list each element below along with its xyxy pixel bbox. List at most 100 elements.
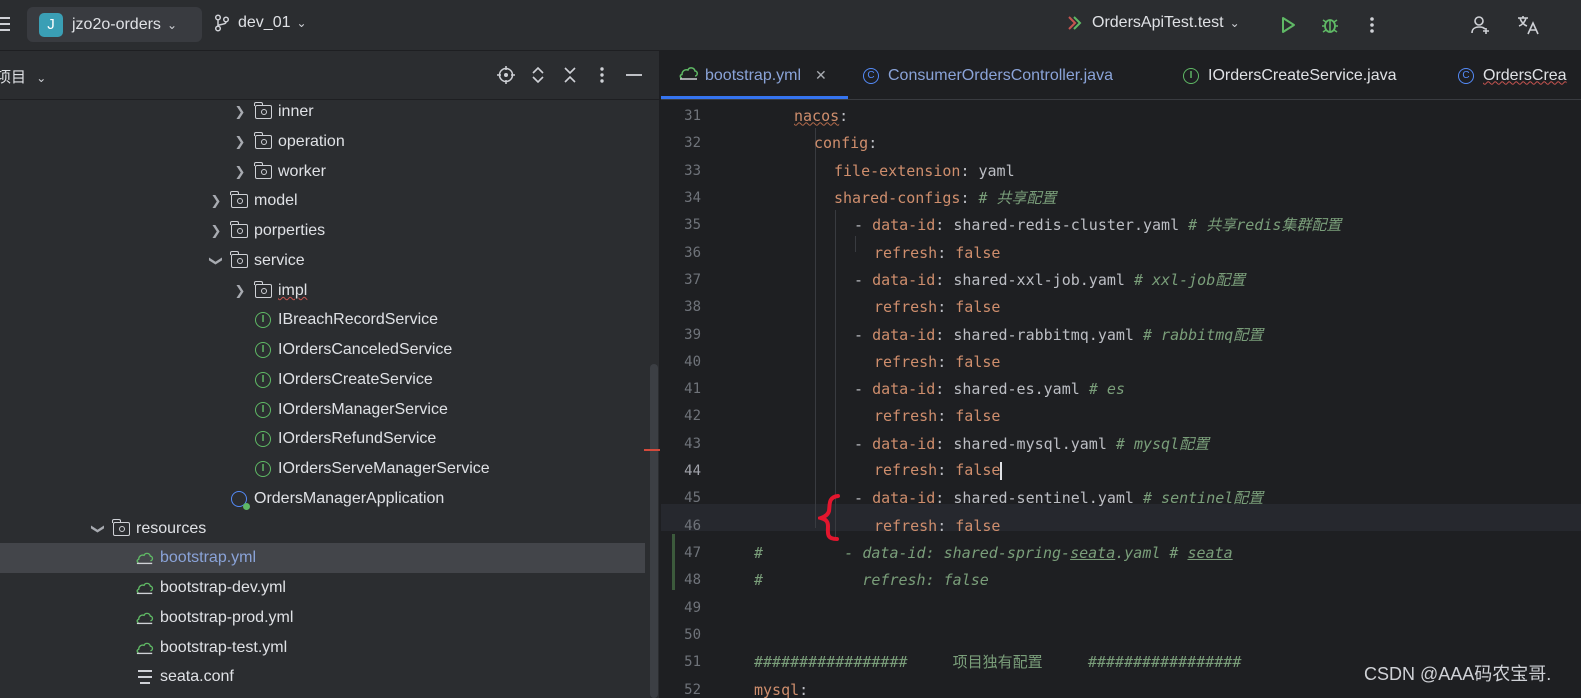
code-line: 38 refresh: false	[661, 293, 1581, 320]
translate-icon[interactable]	[1516, 13, 1540, 37]
expand-all-icon[interactable]	[527, 64, 549, 86]
tree-item-iordersservemanagerservice[interactable]: I IOrdersServeManagerService	[254, 454, 490, 484]
chevron-right-icon[interactable]: ❯	[232, 134, 248, 150]
tree-item-iordersrefundservice[interactable]: I IOrdersRefundService	[254, 424, 436, 454]
chevron-down-icon: ⌄	[296, 16, 307, 30]
add-user-icon[interactable]	[1469, 13, 1493, 37]
project-switcher[interactable]: J jzo2o-orders ⌄	[27, 7, 202, 42]
chevron-down-icon[interactable]: ❯	[90, 521, 106, 537]
debug-icon[interactable]	[1318, 13, 1342, 37]
red-brace-annotation	[818, 494, 840, 541]
code-line: 32 config:	[661, 129, 1581, 156]
run-configuration-selector[interactable]: OrdersApiTest.test ⌄	[1066, 14, 1240, 32]
tree-item-seata-conf[interactable]: seata.conf	[136, 662, 234, 692]
yaml-file-icon	[136, 549, 154, 567]
tree-item-label: bootstrap-test.yml	[160, 638, 288, 656]
tree-item-iorderscreateservice[interactable]: I IOrdersCreateService	[254, 365, 433, 395]
yaml-file-icon	[679, 65, 699, 86]
line-number: 41	[684, 380, 701, 397]
class-icon: C	[863, 67, 879, 84]
chevron-right-icon[interactable]: ❯	[232, 164, 248, 180]
interface-icon: I	[254, 341, 272, 359]
locate-file-icon[interactable]	[495, 64, 517, 86]
line-number: 35	[684, 216, 701, 233]
line-number: 42	[684, 407, 701, 424]
tree-item-ibreachrecordservice[interactable]: I IBreachRecordService	[254, 305, 438, 335]
tab-label: OrdersCrea	[1483, 66, 1567, 84]
panel-options-icon[interactable]	[591, 64, 613, 86]
line-number: 45	[684, 489, 701, 506]
minimize-panel-icon[interactable]	[623, 64, 645, 86]
tree-item-bootstrap-prod-yml[interactable]: bootstrap-prod.yml	[136, 603, 293, 633]
text-caret	[1000, 461, 1003, 480]
tree-item-bootstrap-dev-yml[interactable]: bootstrap-dev.yml	[136, 573, 286, 603]
main-menu-icon[interactable]	[0, 17, 12, 33]
code-line-current: 44 refresh: false	[661, 457, 1581, 484]
chevron-right-icon[interactable]: ❯	[232, 104, 248, 120]
tree-item-worker[interactable]: ❯ worker	[232, 157, 326, 187]
tree-item-iorderscanceledservice[interactable]: I IOrdersCanceledService	[254, 335, 452, 365]
tab-bootstrap-yml[interactable]: bootstrap.yml ✕	[679, 51, 827, 100]
line-number: 43	[684, 435, 701, 452]
project-badge: J	[39, 12, 63, 37]
tree-item-label: impl	[278, 281, 308, 299]
package-folder-icon	[253, 101, 272, 121]
run-icon[interactable]	[1276, 13, 1300, 37]
branch-switcher[interactable]: dev_01 ⌄	[214, 14, 307, 32]
tab-iorderscreateservice[interactable]: I IOrdersCreateService.java	[1183, 51, 1397, 100]
chevron-right-icon[interactable]: ❯	[208, 193, 224, 209]
tree-item-model[interactable]: ❯ model	[208, 186, 298, 216]
tab-consumerorderscontroller[interactable]: C ConsumerOrdersController.java	[863, 51, 1113, 100]
tree-item-inner[interactable]: ❯ inner	[232, 97, 314, 127]
code-editor[interactable]: 31 nacos: 32 config: 33 file-extension: …	[661, 100, 1581, 698]
code-line: 39 - data-id: shared-rabbitmq.yaml # rab…	[661, 321, 1581, 348]
interface-icon: I	[254, 401, 272, 419]
code-line: 46 refresh: false	[661, 512, 1581, 539]
interface-icon: I	[254, 460, 272, 478]
project-view-selector[interactable]: 项目 ⌄	[0, 66, 46, 87]
code-line: 37 - data-id: shared-xxl-job.yaml # xxl-…	[661, 266, 1581, 293]
tree-item-ordersmanagerapplication[interactable]: OrdersManagerApplication	[230, 484, 444, 514]
tree-item-resources[interactable]: ❯ resources	[90, 514, 206, 544]
text-file-icon	[136, 668, 154, 686]
code-line: 49	[661, 594, 1581, 621]
panel-title: 项目	[0, 69, 27, 86]
code-line: 45 - data-id: shared-sentinel.yaml # sen…	[661, 484, 1581, 511]
more-options-icon[interactable]	[1360, 13, 1384, 37]
selected-row-highlight	[0, 543, 645, 573]
interface-icon: I	[1183, 67, 1199, 84]
chevron-down-icon: ⌄	[166, 17, 177, 32]
line-number: 34	[684, 189, 701, 206]
chevron-down-icon: ⌄	[1229, 16, 1240, 30]
collapse-all-icon[interactable]	[559, 64, 581, 86]
tree-item-operation[interactable]: ❯ operation	[232, 127, 345, 157]
chevron-down-icon[interactable]: ❯	[208, 253, 224, 269]
code-line: 50	[661, 621, 1581, 648]
class-icon: C	[1458, 67, 1474, 84]
code-line: 35 - data-id: shared-redis-cluster.yaml …	[661, 211, 1581, 238]
tree-item-label: model	[254, 191, 298, 209]
line-number: 44	[684, 462, 701, 479]
test-config-icon	[1068, 16, 1082, 30]
project-name: jzo2o-orders	[72, 15, 161, 33]
close-icon[interactable]: ✕	[815, 67, 827, 84]
tree-item-service[interactable]: ❯ service	[208, 246, 305, 276]
code-line: 31 nacos:	[661, 102, 1581, 129]
tree-item-bootstrap-test-yml[interactable]: bootstrap-test.yml	[136, 633, 287, 663]
tree-item-label: IOrdersCanceledService	[278, 340, 453, 358]
tab-orderscrea[interactable]: C OrdersCrea	[1458, 51, 1567, 100]
project-panel-scrollbar[interactable]	[650, 364, 658, 698]
tree-item-label: IBreachRecordService	[278, 310, 439, 328]
code-line: 42 refresh: false	[661, 402, 1581, 429]
git-branch-icon	[214, 14, 230, 32]
tree-item-iordersmanagerservice[interactable]: I IOrdersManagerService	[254, 395, 448, 425]
chevron-right-icon[interactable]: ❯	[232, 283, 248, 299]
tree-item-bootstrap-yml[interactable]: bootstrap.yml	[136, 543, 256, 573]
tree-item-porperties[interactable]: ❯ porperties	[208, 216, 325, 246]
line-number: 52	[684, 681, 701, 698]
chevron-right-icon[interactable]: ❯	[208, 223, 224, 239]
tree-item-label: worker	[278, 162, 327, 180]
tab-label: ConsumerOrdersController.java	[888, 66, 1113, 84]
run-config-name: OrdersApiTest.test	[1092, 14, 1224, 31]
tree-item-impl[interactable]: ❯ impl	[232, 276, 307, 306]
